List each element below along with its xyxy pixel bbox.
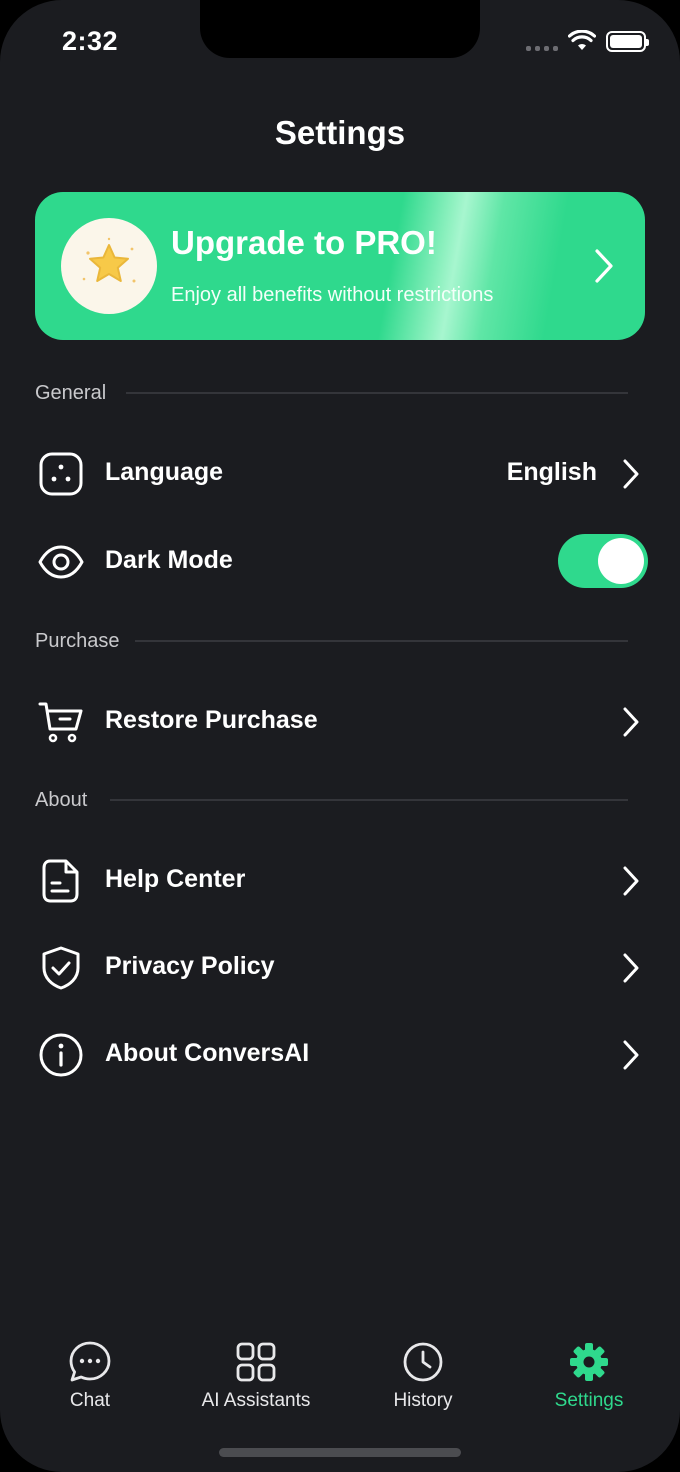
- upgrade-pro-banner[interactable]: Upgrade to PRO! Enjoy all benefits witho…: [35, 192, 645, 340]
- promo-title: Upgrade to PRO!: [171, 224, 437, 261]
- gear-icon: [570, 1343, 608, 1381]
- tab-ai-assistants[interactable]: AI Assistants: [171, 1322, 341, 1422]
- dark-mode-label: Dark Mode: [105, 546, 233, 574]
- info-icon: [39, 1033, 83, 1077]
- language-label: Language: [105, 458, 224, 486]
- section-label-general: General: [35, 382, 107, 404]
- section-label-purchase: Purchase: [35, 630, 120, 652]
- chevron-right-icon: [623, 866, 639, 896]
- settings-row-privacy-policy[interactable]: Privacy Policy: [0, 932, 680, 1002]
- language-icon: [39, 452, 83, 496]
- tab-label: Settings: [554, 1390, 624, 1411]
- section-label-about: About: [35, 789, 88, 811]
- section-divider: [135, 640, 628, 642]
- chevron-right-icon: [623, 1040, 639, 1070]
- tab-chat[interactable]: Chat: [5, 1322, 175, 1422]
- promo-badge: [61, 218, 157, 314]
- eye-icon: [38, 545, 84, 579]
- home-indicator: [219, 1448, 461, 1457]
- chevron-right-icon: [623, 707, 639, 737]
- grid-icon: [236, 1342, 276, 1382]
- status-time: 2:32: [62, 26, 119, 56]
- status-icons: [526, 30, 649, 52]
- battery-icon: [606, 30, 649, 52]
- about-app-label: About ConversAI: [105, 1039, 310, 1067]
- promo-subtitle: Enjoy all benefits without restrictions: [171, 284, 494, 306]
- page-title: Settings: [274, 114, 406, 151]
- settings-row-restore-purchase[interactable]: Restore Purchase: [0, 686, 680, 756]
- notch: [200, 0, 480, 58]
- privacy-policy-label: Privacy Policy: [105, 952, 275, 980]
- settings-row-about-app[interactable]: About ConversAI: [0, 1019, 680, 1089]
- shield-check-icon: [42, 946, 80, 990]
- tab-bar: Chat AI Assistants History Settings: [0, 1322, 680, 1432]
- phone-screen: 2:32 Settings Upgrade to PRO! Enjoy all …: [0, 0, 680, 1472]
- document-icon: [42, 859, 79, 903]
- language-value: English: [506, 458, 597, 486]
- toggle-knob: [598, 538, 644, 584]
- chevron-right-icon: [623, 459, 639, 489]
- cart-icon: [38, 702, 83, 743]
- section-divider: [110, 799, 628, 801]
- tab-label: History: [393, 1390, 453, 1411]
- help-center-label: Help Center: [105, 865, 246, 893]
- tab-settings[interactable]: Settings: [504, 1322, 674, 1422]
- settings-row-dark-mode: Dark Mode: [0, 526, 680, 596]
- dark-mode-toggle[interactable]: [558, 534, 648, 588]
- tab-history[interactable]: History: [338, 1322, 508, 1422]
- tab-label: Chat: [69, 1390, 111, 1411]
- chat-bubble-icon: [69, 1341, 111, 1382]
- settings-row-help-center[interactable]: Help Center: [0, 845, 680, 915]
- cellular-signal-icon: [526, 31, 558, 51]
- restore-purchase-label: Restore Purchase: [105, 706, 318, 734]
- section-divider: [126, 392, 628, 394]
- star-icon: [82, 237, 136, 283]
- chevron-right-icon: [595, 249, 613, 283]
- chevron-right-icon: [623, 953, 639, 983]
- tab-label: AI Assistants: [201, 1390, 311, 1411]
- wifi-icon: [568, 30, 596, 50]
- settings-row-language[interactable]: Language English: [0, 438, 680, 508]
- clock-icon: [403, 1342, 443, 1382]
